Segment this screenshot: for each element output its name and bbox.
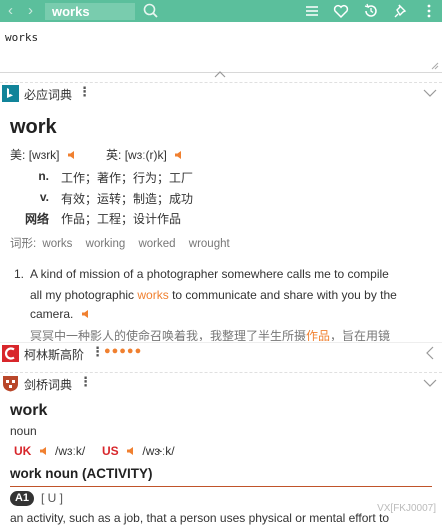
forward-button[interactable]: › [28, 2, 33, 20]
speaker-icon[interactable] [126, 446, 136, 456]
top-toolbar: ‹ › works [0, 0, 442, 22]
chevron-down-icon[interactable] [423, 86, 437, 100]
search-input[interactable]: works [45, 3, 135, 20]
query-textarea[interactable]: works [0, 22, 442, 73]
bing-section-title: 必应词典 [24, 88, 73, 102]
more-icon[interactable] [420, 2, 438, 20]
menu-icon[interactable] [303, 2, 321, 20]
word-form-link[interactable]: worked [138, 238, 175, 250]
favorite-heart-icon[interactable] [332, 2, 350, 20]
query-text: works [5, 31, 39, 44]
resize-handle-icon[interactable] [431, 62, 439, 70]
back-button[interactable]: ‹ [8, 2, 13, 20]
chevron-left-icon[interactable] [423, 346, 437, 360]
history-icon[interactable] [362, 2, 380, 20]
bing-section-header: 必应词典 ⋮ [0, 82, 442, 105]
bing-headword: work [10, 116, 57, 138]
word-form-link[interactable]: works [42, 238, 72, 250]
highlighted-word: works [137, 288, 169, 302]
sense-definition: 有效；运转；制造；成功 [61, 192, 194, 206]
sense-pos: 网络 [24, 212, 49, 226]
entry-heading: work noun (ACTIVITY) [10, 466, 153, 481]
word-form-link[interactable]: working [86, 238, 126, 250]
collins-section-menu[interactable]: ⋮ [91, 344, 104, 360]
cambridge-section-header: 剑桥词典 ⋮ [0, 372, 442, 395]
example-sentence-line: A kind of mission of a photographer some… [30, 267, 389, 281]
cambridge-section-title: 剑桥词典 [24, 378, 73, 392]
cambridge-section-menu[interactable]: ⋮ [79, 374, 92, 390]
watermark: VX[FKJ0007] [377, 503, 436, 514]
collins-logo-icon [2, 345, 19, 362]
sense-pos: v. [39, 190, 49, 204]
example-number: 1. [14, 267, 25, 281]
bing-section-menu[interactable]: ⋮ [78, 84, 91, 100]
search-icon[interactable] [142, 2, 160, 20]
speaker-icon[interactable] [81, 309, 91, 319]
speaker-icon[interactable] [39, 446, 49, 456]
part-of-speech: noun [10, 424, 37, 438]
word-form-link[interactable]: wrought [189, 238, 230, 250]
sense-pos: n. [38, 169, 49, 183]
speaker-icon[interactable] [174, 150, 184, 160]
collins-section-title: 柯林斯高阶 [24, 348, 85, 362]
us-pronunciation: 美: [wɜrk] [10, 146, 77, 163]
sense-definition: 作品；工程；设计作品 [61, 212, 182, 226]
definition-text: an activity, such as a job, that a perso… [10, 511, 390, 525]
example-translation: 冥冥中一种影人的使命召唤着我，我整理了半生所摄作品，旨在用镜 [30, 329, 391, 341]
level-badge: A1 [10, 491, 34, 506]
bing-logo-icon [2, 85, 19, 102]
sense-definition: 工作；著作；行为；工厂 [61, 171, 194, 185]
example-sentence-line: all my photographic works to communicate… [30, 288, 397, 302]
cambridge-crest-icon [3, 376, 18, 392]
cambridge-headword: work [10, 402, 48, 419]
us-pronunciation: US /wɝːk/ [102, 444, 175, 458]
entry-divider [10, 486, 432, 487]
example-sentence-line: camera. [30, 307, 91, 321]
speaker-icon[interactable] [67, 150, 77, 160]
grammar-label: [ U ] [41, 491, 64, 505]
collapse-chevron-up-icon[interactable] [214, 70, 226, 78]
word-forms: 词形: works working worked wrought [10, 238, 230, 250]
uk-pronunciation: 英: [wɜː(r)k] [106, 146, 184, 163]
search-text: works [52, 4, 90, 19]
pin-icon[interactable] [392, 2, 410, 20]
chevron-down-icon[interactable] [423, 376, 437, 390]
star-rating: ●●●●● [104, 345, 143, 357]
uk-pronunciation: UK /wɜːk/ [14, 444, 86, 458]
collins-section-header: 柯林斯高阶 ⋮ ●●●●● [0, 342, 442, 365]
